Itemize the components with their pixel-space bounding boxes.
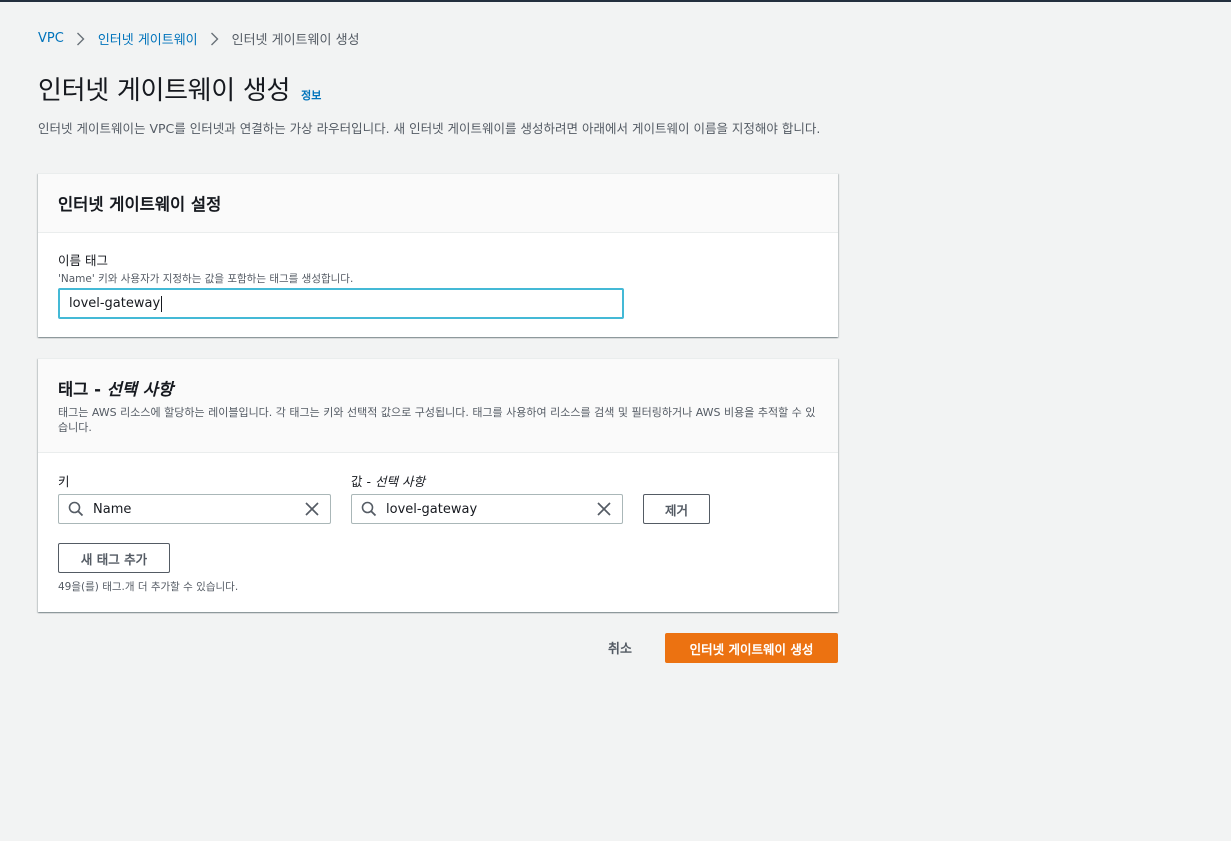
top-border bbox=[0, 0, 1231, 2]
add-tag-button[interactable]: 새 태그 추가 bbox=[58, 543, 170, 573]
tag-key-input[interactable]: Name bbox=[58, 494, 331, 524]
name-tag-value: lovel-gateway bbox=[69, 296, 161, 311]
breadcrumb-current: 인터넷 게이트웨이 생성 bbox=[231, 33, 360, 48]
value-label-optional: 선택 사항 bbox=[374, 474, 425, 489]
tags-panel: 태그 - 선택 사항 태그는 AWS 리소스에 할당하는 레이블입니다. 각 태… bbox=[38, 358, 838, 612]
name-tag-description: 'Name' 키와 사용자가 지정하는 값을 포함하는 태그를 생성합니다. bbox=[58, 273, 354, 285]
panel-title: 인터넷 게이트웨이 설정 bbox=[58, 195, 222, 214]
title-main: 태그 - bbox=[58, 380, 107, 399]
title-optional: 선택 사항 bbox=[106, 380, 174, 399]
value-column-label: 값 - 선택 사항 bbox=[351, 471, 425, 490]
panel-title: 태그 - 선택 사항 bbox=[58, 376, 818, 400]
cancel-button[interactable]: 취소 bbox=[608, 638, 632, 657]
title-row: 인터넷 게이트웨이 생성 정보 bbox=[38, 70, 321, 107]
search-icon bbox=[352, 495, 386, 523]
value-label-main: 값 - bbox=[351, 474, 375, 489]
breadcrumb-vpc[interactable]: VPC bbox=[38, 31, 64, 46]
tag-limit-note: 49을(를) 태그.개 더 추가할 수 있습니다. bbox=[58, 581, 239, 593]
panel-header: 인터넷 게이트웨이 설정 bbox=[38, 174, 838, 233]
remove-tag-button[interactable]: 제거 bbox=[643, 494, 710, 524]
tag-value-value: lovel-gateway bbox=[386, 501, 478, 517]
breadcrumb-internet-gateways[interactable]: 인터넷 게이트웨이 bbox=[98, 29, 198, 48]
name-tag-field: 이름 태그 'Name' 키와 사용자가 지정하는 값을 포함하는 태그를 생성… bbox=[58, 250, 353, 286]
key-column-label: 키 bbox=[58, 474, 70, 489]
info-link[interactable]: 정보 bbox=[301, 87, 321, 103]
page-title: 인터넷 게이트웨이 생성 bbox=[38, 76, 291, 106]
chevron-right-icon bbox=[198, 30, 232, 48]
breadcrumb: VPC 인터넷 게이트웨이 인터넷 게이트웨이 생성 bbox=[38, 29, 360, 48]
page-description: 인터넷 게이트웨이는 VPC를 인터넷과 연결하는 가상 라우터입니다. 새 인… bbox=[38, 121, 821, 136]
tag-key-value: Name bbox=[93, 501, 132, 517]
text-caret bbox=[161, 295, 163, 312]
close-icon[interactable] bbox=[586, 495, 622, 523]
create-gateway-button[interactable]: 인터넷 게이트웨이 생성 bbox=[665, 633, 838, 663]
name-tag-input[interactable]: lovel-gateway bbox=[58, 288, 624, 319]
gateway-settings-panel: 인터넷 게이트웨이 설정 이름 태그 'Name' 키와 사용자가 지정하는 값… bbox=[38, 173, 838, 337]
name-tag-label: 이름 태그 bbox=[58, 253, 108, 268]
close-icon[interactable] bbox=[294, 495, 330, 523]
tag-value-input[interactable]: lovel-gateway bbox=[351, 494, 623, 524]
search-icon bbox=[59, 495, 93, 523]
chevron-right-icon bbox=[64, 30, 98, 48]
panel-header: 태그 - 선택 사항 태그는 AWS 리소스에 할당하는 레이블입니다. 각 태… bbox=[38, 359, 838, 453]
tags-description: 태그는 AWS 리소스에 할당하는 레이블입니다. 각 태그는 키와 선택적 값… bbox=[58, 406, 816, 434]
